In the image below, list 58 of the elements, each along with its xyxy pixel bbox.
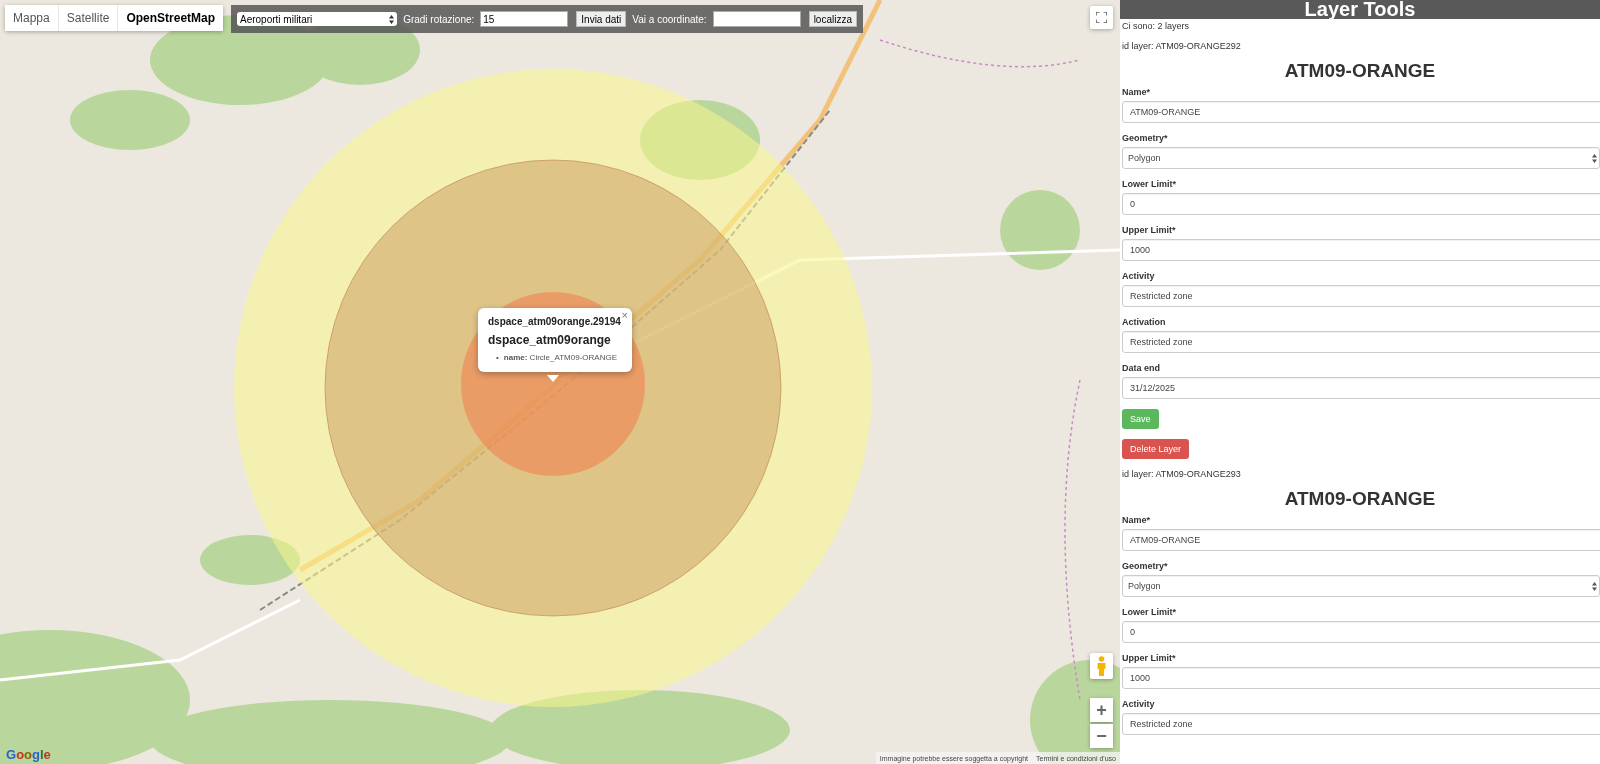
fullscreen-icon <box>1096 12 1107 23</box>
fullscreen-button[interactable] <box>1090 6 1113 29</box>
close-button[interactable]: × <box>621 309 628 321</box>
zoom-in-button[interactable]: + <box>1090 698 1113 722</box>
street-view-button[interactable] <box>1090 653 1113 679</box>
field-label: Activity <box>1122 271 1156 281</box>
text-field[interactable]: ATM09-ORANGE <box>1122 101 1600 123</box>
map-type-tab[interactable]: Mappa <box>5 5 59 31</box>
select-arrows-icon <box>1592 153 1597 163</box>
map-type-tab[interactable]: OpenStreetMap <box>118 5 224 31</box>
layer-count: Ci sono: 2 layers <box>1122 21 1191 31</box>
panel-title: Layer Tools <box>1120 0 1600 19</box>
field-label: Name* <box>1122 87 1151 97</box>
coordinates-label: Vai a coordinate: <box>632 13 707 25</box>
range-circle[interactable] <box>324 159 782 617</box>
property-item: • name: Circle_ATM09-ORANGE <box>496 352 619 363</box>
layer-id: id layer: ATM09-ORANGE293 <box>1122 469 1242 479</box>
select-arrows-icon <box>389 14 395 24</box>
text-field[interactable]: 1000 <box>1122 239 1600 261</box>
layer-id: id layer: ATM09-ORANGE292 <box>1122 41 1242 51</box>
field-label: Activity <box>1122 699 1156 709</box>
field-label: Geometry* <box>1122 133 1169 143</box>
google-logo[interactable]: Google <box>6 747 51 762</box>
layer-heading: ATM09-ORANGE <box>1283 60 1437 82</box>
select-field[interactable]: Polygon <box>1122 575 1600 597</box>
text-field[interactable]: 1000 <box>1122 667 1600 689</box>
pegman-icon <box>1096 656 1107 676</box>
field-label: Lower Limit* <box>1122 179 1177 189</box>
popup-tail-icon <box>547 375 559 382</box>
text-field[interactable]: 0 <box>1122 621 1600 643</box>
field-label: Geometry* <box>1122 561 1169 571</box>
field-label: Activation <box>1122 317 1167 327</box>
zoom-out-button[interactable]: − <box>1090 724 1113 748</box>
text-field[interactable]: Restricted zone <box>1122 285 1600 307</box>
text-field[interactable]: 0 <box>1122 193 1600 215</box>
select-arrows-icon <box>1592 581 1597 591</box>
map-type-tab[interactable]: Satellite <box>58 5 119 31</box>
text-field[interactable]: Restricted zone <box>1122 713 1600 735</box>
field-label: Upper Limit* <box>1122 225 1177 235</box>
field-label: Lower Limit* <box>1122 607 1177 617</box>
send-button[interactable]: Invia dati <box>576 11 627 27</box>
text-field[interactable]: ATM09-ORANGE <box>1122 529 1600 551</box>
field-label: Data end <box>1122 363 1161 373</box>
popup-title: dspace_atm09orange.29194 <box>488 316 622 327</box>
map-drawing[interactable] <box>0 0 1120 764</box>
coordinates-input[interactable] <box>712 11 801 27</box>
select-field[interactable]: Polygon <box>1122 147 1600 169</box>
locate-button[interactable]: localizza <box>808 11 857 27</box>
layer-select[interactable]: Aeroporti militari <box>237 12 398 26</box>
popup-subtitle: dspace_atm09orange <box>488 333 612 347</box>
rotation-input[interactable]: 15 <box>480 11 569 27</box>
text-field[interactable]: Restricted zone <box>1122 331 1600 353</box>
text-field[interactable]: 31/12/2025 <box>1122 377 1600 399</box>
field-label: Name* <box>1122 515 1151 525</box>
delete-button[interactable]: Delete Layer <box>1122 439 1190 459</box>
field-label: Upper Limit* <box>1122 653 1177 663</box>
layer-heading: ATM09-ORANGE <box>1283 488 1437 510</box>
rotation-label: Gradi rotazione: <box>403 13 475 25</box>
